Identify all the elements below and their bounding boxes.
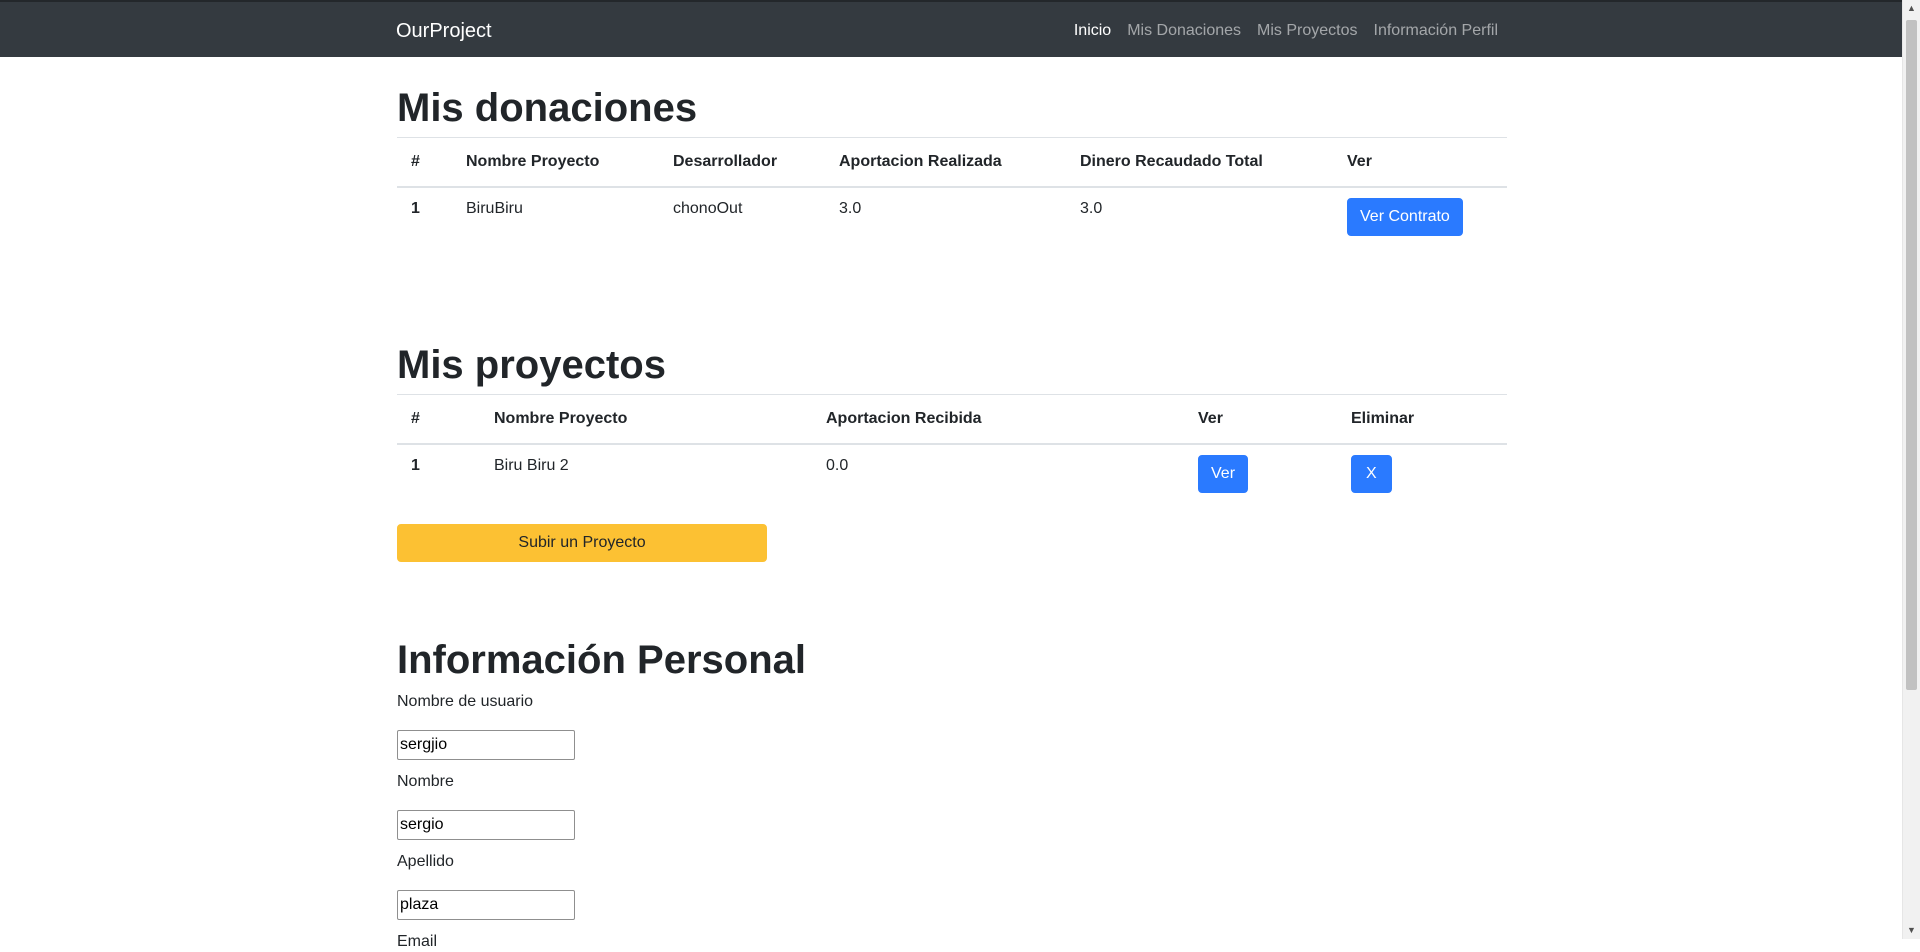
- first-name-label: Nombre: [397, 773, 454, 790]
- row-number: 1: [397, 443, 480, 505]
- view-cell: Ver: [1184, 443, 1337, 505]
- personal-info-title: Información Personal: [397, 638, 806, 682]
- scroll-up-arrow-icon[interactable]: ▲: [1903, 0, 1920, 17]
- scrollbar-thumb[interactable]: [1906, 20, 1917, 690]
- row-number: 1: [397, 186, 452, 248]
- table-row: 1 BiruBiru chonoOut 3.0 3.0 Ver Contrato: [397, 186, 1507, 248]
- brand-logo[interactable]: OurProject: [396, 19, 492, 43]
- column-header: Nombre Proyecto: [452, 137, 659, 188]
- project-name: BiruBiru: [452, 186, 659, 248]
- navbar: OurProject Inicio Mis Donaciones Mis Pro…: [0, 0, 1902, 57]
- last-name-input[interactable]: [397, 890, 575, 920]
- projects-title: Mis proyectos: [397, 343, 666, 387]
- view-project-button[interactable]: Ver: [1198, 455, 1249, 493]
- project-name: Biru Biru 2: [480, 443, 812, 505]
- view-cell: Ver Contrato: [1333, 186, 1507, 248]
- delete-cell: X: [1337, 443, 1507, 505]
- donations-table: # Nombre Proyecto Desarrollador Aportaci…: [397, 137, 1507, 248]
- column-header: Ver: [1333, 137, 1507, 188]
- column-header: #: [397, 137, 452, 188]
- table-row: 1 Biru Biru 2 0.0 Ver X: [397, 443, 1507, 505]
- nav-link-inicio[interactable]: Inicio: [1074, 21, 1111, 41]
- projects-header-row: # Nombre Proyecto Aportacion Recibida Ve…: [397, 394, 1507, 445]
- column-header: Ver: [1184, 394, 1337, 445]
- donations-title: Mis donaciones: [397, 86, 698, 130]
- column-header: Aportacion Recibida: [812, 394, 1184, 445]
- nav-link-informacion-perfil[interactable]: Información Perfil: [1374, 21, 1499, 41]
- column-header: Dinero Recaudado Total: [1066, 137, 1333, 188]
- column-header: #: [397, 394, 480, 445]
- column-header: Aportacion Realizada: [825, 137, 1066, 188]
- total-raised: 3.0: [1066, 186, 1333, 248]
- column-header: Desarrollador: [659, 137, 825, 188]
- column-header: Eliminar: [1337, 394, 1507, 445]
- scroll-down-arrow-icon[interactable]: ▼: [1903, 922, 1920, 939]
- upload-project-button[interactable]: Subir un Proyecto: [397, 524, 767, 562]
- nav-link-mis-donaciones[interactable]: Mis Donaciones: [1127, 21, 1241, 41]
- nav-link-mis-proyectos[interactable]: Mis Proyectos: [1257, 21, 1357, 41]
- view-contract-button[interactable]: Ver Contrato: [1347, 198, 1463, 236]
- received-amount: 0.0: [812, 443, 1184, 505]
- email-label: Email: [397, 933, 438, 950]
- username-input[interactable]: [397, 730, 575, 760]
- donations-header-row: # Nombre Proyecto Desarrollador Aportaci…: [397, 137, 1507, 188]
- developer-name: chonoOut: [659, 186, 825, 248]
- last-name-label: Apellido: [397, 853, 454, 870]
- nav-links: Inicio Mis Donaciones Mis Proyectos Info…: [1074, 21, 1498, 41]
- vertical-scrollbar[interactable]: ▲ ▼: [1902, 0, 1920, 939]
- contribution-amount: 3.0: [825, 186, 1066, 248]
- projects-table: # Nombre Proyecto Aportacion Recibida Ve…: [397, 394, 1507, 505]
- column-header: Nombre Proyecto: [480, 394, 812, 445]
- delete-project-button[interactable]: X: [1351, 455, 1392, 493]
- username-label: Nombre de usuario: [397, 693, 534, 710]
- first-name-input[interactable]: [397, 810, 575, 840]
